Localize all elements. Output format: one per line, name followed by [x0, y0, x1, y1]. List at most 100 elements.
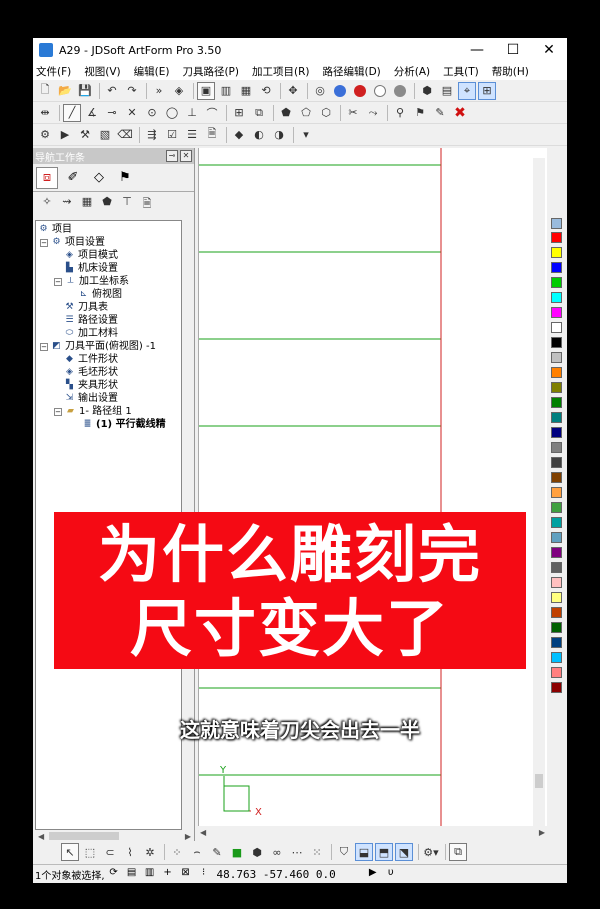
cancel-box-icon[interactable]: ⊠	[179, 867, 193, 881]
tree-item-tool-plane[interactable]: − ◩ 刀具平面(俯视图) -1	[40, 340, 156, 353]
palette-swatch[interactable]	[551, 547, 562, 558]
palette-swatch[interactable]	[551, 622, 562, 633]
path-output-icon[interactable]: ⇶	[143, 126, 161, 144]
render-red-icon[interactable]	[351, 82, 369, 100]
minimize-button[interactable]: —	[459, 38, 495, 62]
palette-swatch[interactable]	[551, 592, 562, 603]
path-layer-icon[interactable]: ▧	[96, 126, 114, 144]
select-path-icon[interactable]: ⌇	[121, 843, 139, 861]
nav-grid-icon[interactable]: ▦	[79, 195, 95, 211]
select-star-icon[interactable]: ✲	[141, 843, 159, 861]
canvas-horizontal-scrollbar[interactable]: ◀ ▶	[198, 826, 547, 838]
palette-swatch[interactable]	[551, 502, 562, 513]
palette-swatch[interactable]	[551, 397, 562, 408]
material-icon[interactable]: ⬢	[418, 82, 436, 100]
layer-c-icon[interactable]: ⬔	[395, 843, 413, 861]
collapse-icon[interactable]: −	[40, 238, 48, 247]
box-view-icon[interactable]: ◈	[170, 82, 188, 100]
path-shade-icon[interactable]: ◐	[250, 126, 268, 144]
perpendicular-icon[interactable]: ⊥	[183, 104, 201, 122]
palette-swatch[interactable]	[551, 577, 562, 588]
angle-line-icon[interactable]: ∡	[83, 104, 101, 122]
nav-shape-icon[interactable]: ⬟	[99, 195, 115, 211]
view-cube-top-icon[interactable]: ▥	[217, 82, 235, 100]
view-cube-front-icon[interactable]: ▣	[197, 81, 215, 100]
menu-machining-project[interactable]: 加工项目(R)	[252, 64, 310, 79]
tab-tools-icon[interactable]: ⚑	[114, 167, 136, 189]
measure-icon[interactable]: ⚲	[391, 104, 409, 122]
tree-item-output[interactable]: ⇲ 输出设置	[64, 392, 118, 405]
path-view-icon[interactable]: ◑	[270, 126, 288, 144]
nav-wand-icon[interactable]: ✧	[39, 195, 55, 211]
close-icon[interactable]: ✕	[180, 150, 192, 162]
palette-swatch[interactable]	[551, 412, 562, 423]
path-check-icon[interactable]: ☑	[163, 126, 181, 144]
palette-swatch[interactable]	[551, 232, 562, 243]
filter-icon[interactable]: ⛉	[335, 843, 353, 861]
palette-swatch[interactable]	[551, 457, 562, 468]
pan-view-icon[interactable]: ✥	[284, 82, 302, 100]
tree-item-path-settings[interactable]: ☰ 路径设置	[64, 314, 118, 327]
select-box-icon[interactable]: ⬚	[81, 843, 99, 861]
render-blue-icon[interactable]	[331, 82, 349, 100]
menu-edit[interactable]: 编辑(E)	[134, 64, 170, 79]
path-eraser-icon[interactable]: ⌫	[116, 126, 134, 144]
palette-swatch[interactable]	[551, 487, 562, 498]
palette-pick-icon[interactable]	[551, 218, 562, 229]
menu-analysis[interactable]: 分析(A)	[394, 64, 430, 79]
undo-icon[interactable]: ↶	[103, 82, 121, 100]
save-icon[interactable]: 💾	[76, 82, 94, 100]
shape-b-icon[interactable]: ⬠	[297, 104, 315, 122]
scroll-thumb[interactable]	[535, 774, 543, 788]
path-sim-icon[interactable]: ▶	[56, 126, 74, 144]
shape-a-icon[interactable]: ⬟	[277, 104, 295, 122]
snap-mid-icon[interactable]: ⋯	[288, 843, 306, 861]
palette-swatch[interactable]	[551, 427, 562, 438]
palette-swatch[interactable]	[551, 682, 562, 693]
layer-a-icon[interactable]: ⬓	[355, 843, 373, 861]
palette-swatch[interactable]	[551, 562, 562, 573]
palette-swatch[interactable]	[551, 367, 562, 378]
palette-swatch[interactable]	[551, 607, 562, 618]
menu-help[interactable]: 帮助(H)	[492, 64, 529, 79]
grid-snap-icon[interactable]: ⊞	[230, 104, 248, 122]
redo-icon[interactable]: ↷	[123, 82, 141, 100]
path-calc-icon[interactable]: ⚙	[36, 126, 54, 144]
palette-swatch[interactable]	[551, 277, 562, 288]
open-file-icon[interactable]: 📂	[56, 82, 74, 100]
select-arrow-icon[interactable]: ↖	[61, 843, 79, 861]
palette-swatch[interactable]	[551, 652, 562, 663]
tree-item-material[interactable]: ⬭ 加工材料	[64, 327, 118, 340]
collapse-icon[interactable]: −	[54, 407, 62, 416]
tree-item-workpiece[interactable]: ◆ 工件形状	[64, 353, 118, 366]
tree-item-coords[interactable]: − ⟂ 加工坐标系	[54, 275, 129, 288]
grid-toggle-icon[interactable]: ⊞	[478, 81, 496, 100]
link-icon[interactable]: ⇹	[36, 104, 54, 122]
play-icon[interactable]: ▶	[366, 867, 380, 881]
print-icon[interactable]: ▥	[143, 867, 157, 881]
layer-b-icon[interactable]: ⬒	[375, 843, 393, 861]
snap-toggle-icon[interactable]: ⌖	[458, 81, 476, 100]
collapse-icon[interactable]: −	[40, 342, 48, 351]
cross-icon[interactable]: ✕	[123, 104, 141, 122]
select-chain-icon[interactable]: ⊂	[101, 843, 119, 861]
scroll-left-icon[interactable]: ◀	[38, 832, 44, 841]
menu-tools[interactable]: 工具(T)	[443, 64, 479, 79]
menu-path-edit[interactable]: 路径编辑(D)	[322, 64, 380, 79]
palette-swatch[interactable]	[551, 262, 562, 273]
menu-toolpath[interactable]: 刀具路径(P)	[182, 64, 239, 79]
palette-swatch[interactable]	[551, 322, 562, 333]
tree-item-blank[interactable]: ◈ 毛坯形状	[64, 366, 118, 379]
snap-grid-icon[interactable]: ⁙	[308, 843, 326, 861]
palette-swatch[interactable]	[551, 472, 562, 483]
new-file-icon[interactable]: 🗋	[36, 82, 54, 100]
snap-curve-icon[interactable]: ⌢	[188, 843, 206, 861]
delete-icon[interactable]: ✖	[451, 104, 469, 122]
window-icon[interactable]: ⧉	[449, 843, 467, 861]
close-button[interactable]: ✕	[531, 38, 567, 62]
palette-swatch[interactable]	[551, 247, 562, 258]
snap-edit-icon[interactable]: ✎	[208, 843, 226, 861]
palette-swatch[interactable]	[551, 667, 562, 678]
path-doc-icon[interactable]: 🗎	[203, 126, 221, 144]
view-cube-side-icon[interactable]: ▦	[237, 82, 255, 100]
